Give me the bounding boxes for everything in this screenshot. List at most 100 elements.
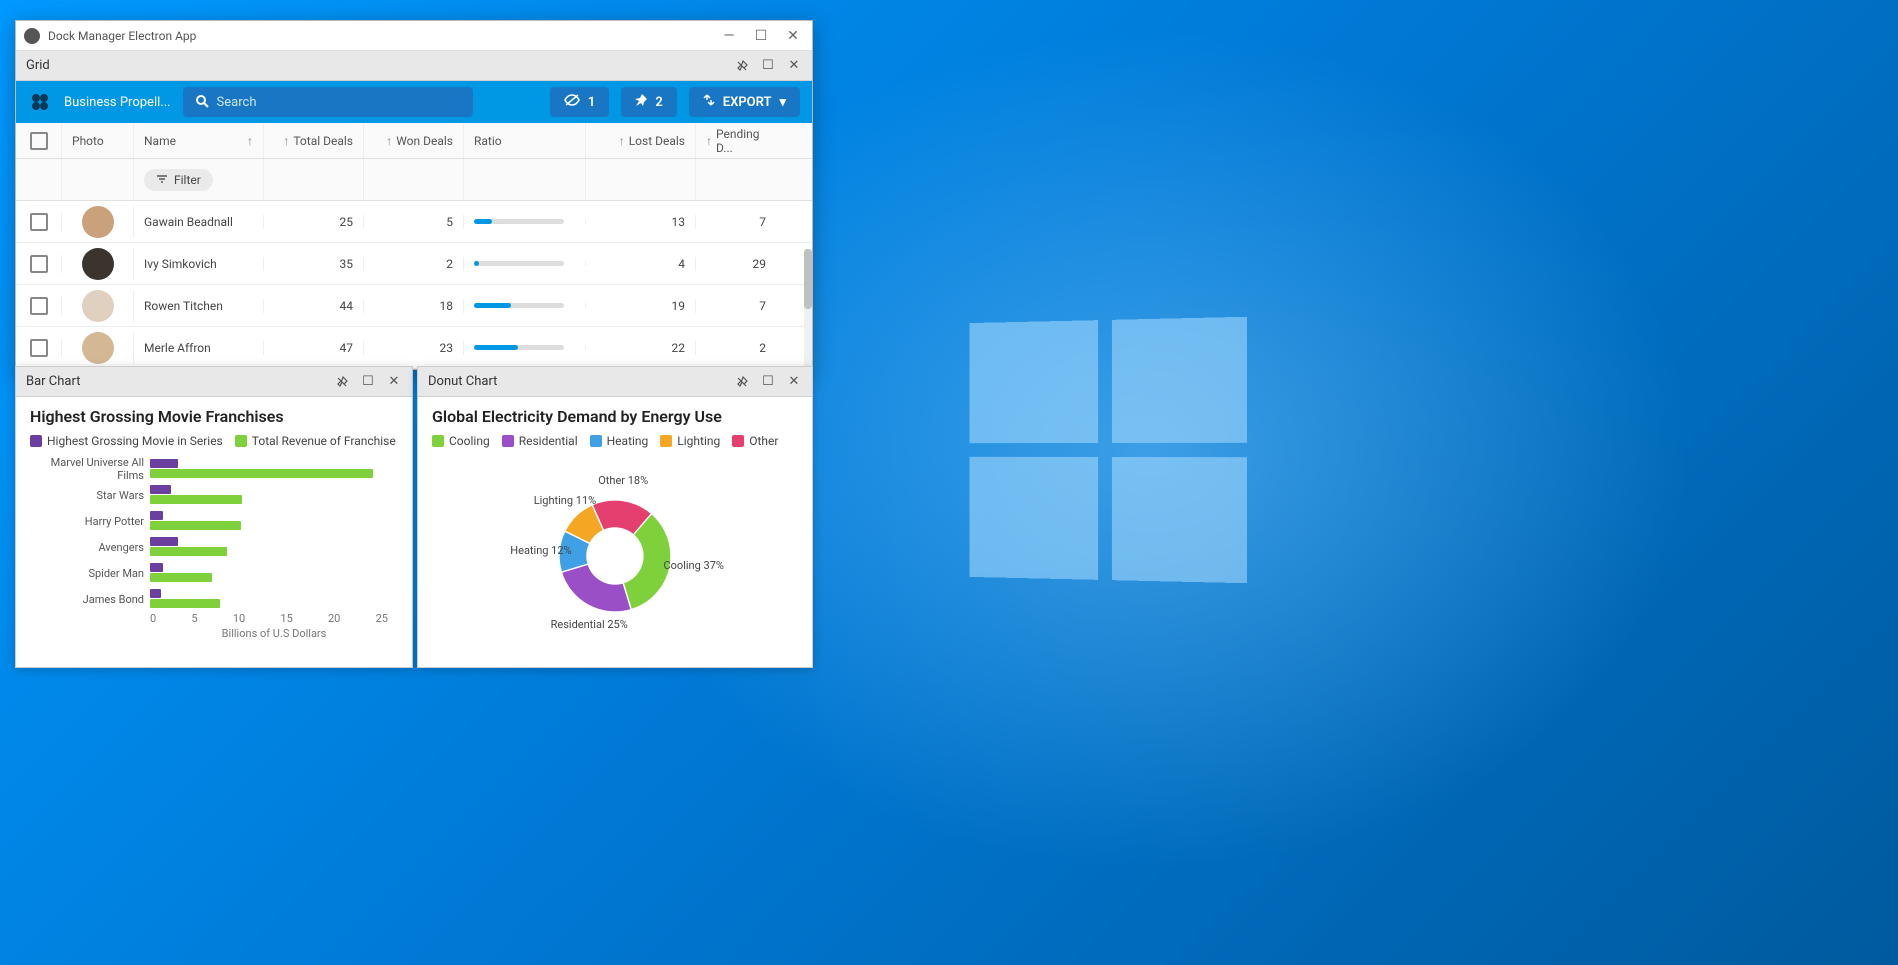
row-avatar [62,290,134,322]
bar-series-1 [150,563,163,572]
export-label: EXPORT [723,95,772,110]
table-row[interactable]: Gawain Beadnall 25 5 13 7 [16,201,812,243]
legend-swatch [30,435,42,447]
row-checkbox[interactable] [16,213,62,231]
bar-chart: Marvel Universe All Films Star Wars Harr… [30,456,398,646]
donut-slice-label: Heating 12% [510,544,571,557]
row-checkbox[interactable] [16,297,62,315]
legend-item[interactable]: Highest Grossing Movie in Series [30,434,223,448]
select-all-checkbox[interactable] [16,123,62,158]
pane-pin-button[interactable] [734,374,750,390]
grid-toolbar: Business Propell... 1 2 EXPORT ▾ [16,81,812,123]
bar-chart-legend: Highest Grossing Movie in Series Total Re… [30,434,398,448]
row-total-deals: 47 [264,341,364,355]
window-titlebar[interactable]: Dock Manager Electron App — ☐ ✕ [16,21,812,51]
donut-chart-pane: Donut Chart ☐ ✕ Global Electricity Deman… [417,366,813,668]
row-checkbox[interactable] [16,339,62,357]
pane-close-button[interactable]: ✕ [786,374,802,390]
hidden-columns-count: 1 [588,95,595,110]
legend-swatch [235,435,247,447]
grid-pane-header[interactable]: Grid ☐ ✕ [16,51,812,81]
legend-swatch [502,435,514,447]
bar-series-1 [150,511,163,520]
table-row[interactable]: Merle Affron 47 23 22 2 [16,327,812,369]
pane-maximize-button[interactable]: ☐ [360,374,376,390]
window-maximize-button[interactable]: ☐ [754,29,768,43]
pinned-columns-button[interactable]: 2 [621,87,676,117]
row-name: Gawain Beadnall [134,215,264,229]
column-header-pending-deals[interactable]: ↑Pending D... [696,123,776,158]
bar-track [150,535,398,559]
bar-chart-pane-header[interactable]: Bar Chart ☐ ✕ [16,367,412,397]
window-close-button[interactable]: ✕ [786,29,800,43]
pane-close-button[interactable]: ✕ [786,58,802,74]
legend-item[interactable]: Other [732,434,778,448]
legend-item[interactable]: Total Revenue of Franchise [235,434,396,448]
row-checkbox[interactable] [16,255,62,273]
pane-pin-button[interactable] [334,374,350,390]
column-header-total-deals[interactable]: ↑Total Deals [264,123,364,158]
sort-up-icon: ↑ [283,134,289,148]
donut-chart-legend: Cooling Residential Heating Lighting Other [432,434,798,448]
sort-up-icon: ↑ [247,134,253,148]
row-avatar [62,332,134,364]
bar-series-2 [150,547,227,556]
row-ratio [464,345,586,350]
column-header-name[interactable]: Name↑ [134,123,264,158]
bar-series-2 [150,469,373,478]
donut-slice-label: Residential 25% [551,618,628,631]
legend-item[interactable]: Residential [502,434,578,448]
bar-category-label: Star Wars [30,489,150,502]
pane-close-button[interactable]: ✕ [386,374,402,390]
row-ratio [464,303,586,308]
window-minimize-button[interactable]: — [722,29,736,43]
column-header-won-deals[interactable]: ↑Won Deals [364,123,464,158]
windows-logo [970,317,1247,583]
table-row[interactable]: Rowen Titchen 44 18 19 7 [16,285,812,327]
legend-label: Heating [607,434,649,448]
donut-chart-title: Global Electricity Demand by Energy Use [432,407,798,426]
pane-maximize-button[interactable]: ☐ [760,374,776,390]
bar-track [150,561,398,585]
bar-category-label: Spider Man [30,567,150,580]
row-ratio [464,219,586,224]
search-icon [195,93,209,112]
search-box[interactable] [183,87,473,117]
row-lost-deals: 13 [586,215,696,229]
table-row[interactable]: Ivy Simkovich 35 2 4 29 [16,243,812,285]
pin-icon [635,94,647,110]
donut-chart-pane-header[interactable]: Donut Chart ☐ ✕ [418,367,812,397]
legend-item[interactable]: Lighting [660,434,720,448]
app-icon [24,28,40,44]
legend-label: Residential [519,434,578,448]
grid-pane-title: Grid [26,58,50,73]
column-header-photo[interactable]: Photo [62,123,134,158]
search-input[interactable] [217,95,461,110]
bar-series-2 [150,573,212,582]
filter-label: Filter [174,173,201,187]
donut-slice-label: Lighting 11% [534,494,597,507]
pane-maximize-button[interactable]: ☐ [760,58,776,74]
bar-chart-pane: Bar Chart ☐ ✕ Highest Grossing Movie Fra… [15,366,413,668]
legend-label: Total Revenue of Franchise [252,434,396,448]
row-lost-deals: 19 [586,299,696,313]
column-header-ratio[interactable]: Ratio [464,123,586,158]
filter-icon [156,173,168,187]
window-title: Dock Manager Electron App [48,29,722,43]
row-total-deals: 44 [264,299,364,313]
bar-series-2 [150,521,241,530]
sort-up-icon: ↑ [619,134,625,148]
bar-series-2 [150,495,242,504]
export-button[interactable]: EXPORT ▾ [689,87,800,117]
bar-track [150,509,398,533]
donut-chart-pane-title: Donut Chart [428,374,497,389]
column-header-lost-deals[interactable]: ↑Lost Deals [586,123,696,158]
legend-item[interactable]: Cooling [432,434,490,448]
legend-item[interactable]: Heating [590,434,649,448]
grid-header-row: Photo Name↑ ↑Total Deals ↑Won Deals Rati… [16,123,812,159]
x-axis-label: Billions of U.S Dollars [150,627,398,640]
bar-category-label: Marvel Universe All Films [30,456,150,482]
hidden-columns-button[interactable]: 1 [550,87,609,117]
pane-pin-button[interactable] [734,58,750,74]
filter-button[interactable]: Filter [144,169,213,191]
